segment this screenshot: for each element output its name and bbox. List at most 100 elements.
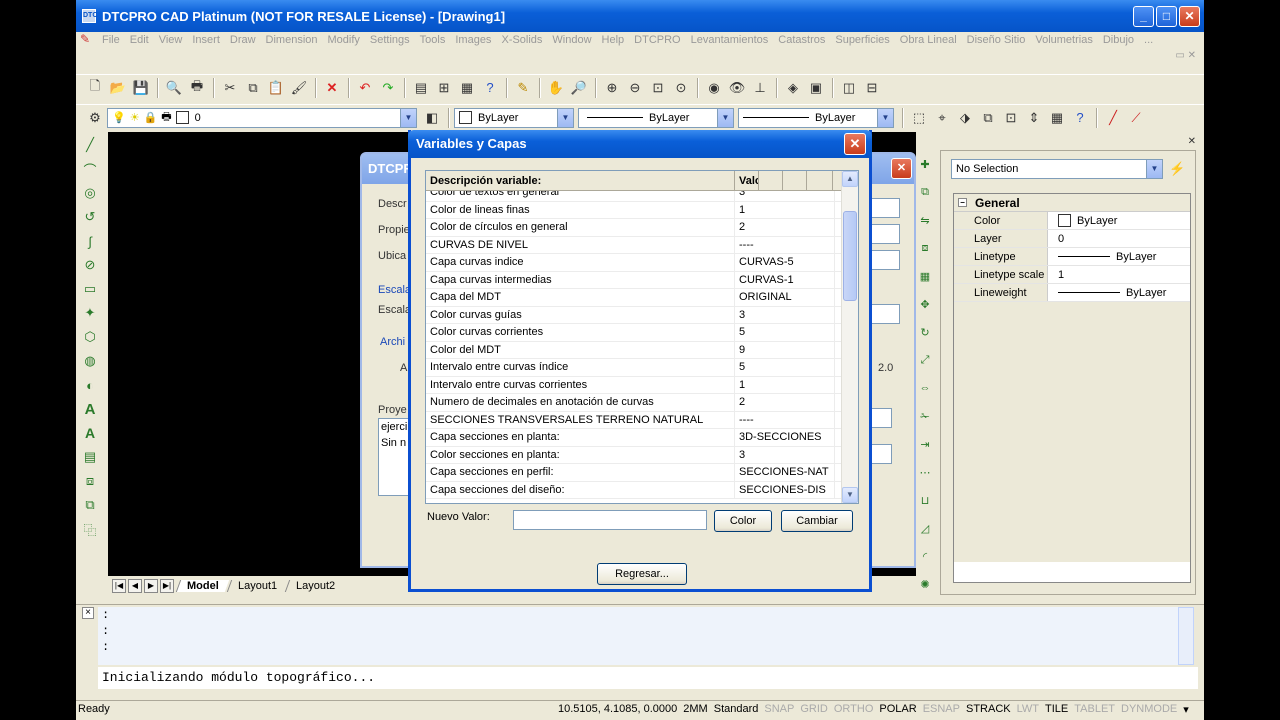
ucs-icon[interactable]: ⊥ [749, 77, 771, 99]
chamfer-icon[interactable]: ◿ [916, 519, 934, 537]
mdi-controls[interactable]: ▭ ✕ [1175, 50, 1196, 61]
menu-file[interactable]: File [102, 34, 120, 46]
quick-select-icon[interactable]: ⌖ [931, 107, 953, 129]
document-menu-icon[interactable]: ✎ [80, 32, 96, 48]
table-row[interactable]: Color del MDT 9 [426, 341, 842, 359]
scroll-down-button[interactable]: ▼ [842, 487, 858, 503]
table-row[interactable]: Numero de decimales en anotación de curv… [426, 394, 842, 412]
paste-icon[interactable]: 📋 [265, 77, 287, 99]
menu-more[interactable]: ... [1144, 34, 1153, 46]
back-button[interactable]: Regresar... [597, 563, 687, 585]
scroll-thumb[interactable] [843, 211, 857, 301]
change-button[interactable]: Cambiar [781, 510, 853, 532]
close-button[interactable]: ✕ [1179, 6, 1200, 27]
zoom-window-icon[interactable]: ⊡ [647, 77, 669, 99]
copy-tool-icon[interactable]: ⿻ [79, 518, 101, 540]
menu-images[interactable]: Images [455, 34, 491, 46]
group-icon[interactable]: ⊡ [1000, 107, 1022, 129]
stretch-icon[interactable]: ⇔ [916, 379, 934, 397]
menu-dimension[interactable]: Dimension [266, 34, 318, 46]
table-row[interactable]: Color de lineas finas 1 [426, 201, 842, 219]
zoom-out-icon[interactable]: ⊖ [624, 77, 646, 99]
table-row[interactable]: SECCIONES TRANSVERSALES TERRENO NATURAL -… [426, 411, 842, 429]
region-icon[interactable]: ◍ [79, 350, 101, 372]
bg-field-6[interactable] [870, 444, 892, 464]
chevron-down-icon[interactable]: ▼ [557, 108, 573, 127]
layer-manager-icon[interactable]: ⚙ [84, 107, 106, 129]
save-icon[interactable]: 💾 [130, 77, 152, 99]
cut-icon[interactable]: ✂ [219, 77, 241, 99]
status-2mm[interactable]: 2MM [683, 703, 707, 716]
background-dialog-close[interactable]: ✕ [891, 158, 912, 179]
arc-icon[interactable]: ⌒ [79, 158, 101, 180]
table-row[interactable]: Color de textos en general 3 [426, 191, 842, 202]
move-icon[interactable]: ✥ [916, 295, 934, 313]
extend-icon[interactable]: ⇥ [916, 435, 934, 453]
redo-icon[interactable]: ↷ [377, 77, 399, 99]
select-icon[interactable]: ⬚ [908, 107, 930, 129]
table-row[interactable]: Color de círculos en general 2 [426, 219, 842, 237]
pan-icon[interactable]: ✋ [545, 77, 567, 99]
column-header-description[interactable]: Descripción variable: [426, 171, 735, 190]
scroll-up-button[interactable]: ▲ [842, 171, 858, 187]
open-icon[interactable]: 📂 [107, 77, 129, 99]
properties-icon[interactable]: ▦ [456, 77, 478, 99]
bg-field-5[interactable] [870, 408, 892, 428]
menu-window[interactable]: Window [552, 34, 591, 46]
collapse-icon[interactable]: − [958, 198, 967, 207]
chevron-down-icon[interactable]: ▼ [1146, 160, 1162, 178]
column-header-value[interactable]: Valor [735, 171, 759, 190]
chevron-down-icon[interactable]: ▼ [877, 108, 893, 127]
status-lwt[interactable]: LWT [1017, 703, 1039, 716]
menu-levantamientos[interactable]: Levantamientos [691, 34, 769, 46]
property-group-general[interactable]: − General [954, 194, 1190, 212]
status-esnap[interactable]: ESNAP [923, 703, 960, 716]
maximize-button[interactable]: □ [1156, 6, 1177, 27]
named-views-icon[interactable]: ◉ [703, 77, 725, 99]
command-scrollbar[interactable] [1178, 607, 1194, 665]
command-close-icon[interactable]: × [82, 607, 94, 619]
block-insert-icon[interactable]: ⧈ [79, 470, 101, 492]
status-tile[interactable]: TILE [1045, 703, 1068, 716]
block-icon[interactable]: ⬗ [954, 107, 976, 129]
rotate-icon[interactable]: ↻ [916, 323, 934, 341]
menu-dibujo[interactable]: Dibujo [1103, 34, 1134, 46]
table-row[interactable]: Color secciones en planta: 3 [426, 446, 842, 464]
explode-icon[interactable]: ✺ [916, 575, 934, 593]
menu-obra-lineal[interactable]: Obra Lineal [900, 34, 957, 46]
status-grid[interactable]: GRID [800, 703, 828, 716]
bg-field-3[interactable] [870, 250, 900, 270]
spline-icon[interactable]: ∫ [79, 230, 101, 252]
bg-field-1[interactable] [870, 198, 900, 218]
layer-combo[interactable]: 💡 ☀ 🔒 🖶 0 ▼ [107, 107, 417, 128]
break-icon[interactable]: ⋯ [916, 463, 934, 481]
calculator-icon[interactable]: ▦ [1046, 107, 1068, 129]
mtext-icon[interactable]: A [79, 422, 101, 444]
menu-dtcpro[interactable]: DTCPRO [634, 34, 680, 46]
bg-field-4[interactable] [870, 304, 900, 324]
menu-superficies[interactable]: Superficies [835, 34, 889, 46]
redraw-icon[interactable]: ✎ [512, 77, 534, 99]
table-row[interactable]: Capa secciones en planta: 3D-SECCIONES [426, 429, 842, 447]
table-row[interactable]: Capa curvas indice CURVAS-5 [426, 254, 842, 272]
tab-last-button[interactable]: ▶| [160, 579, 174, 593]
menu-insert[interactable]: Insert [192, 34, 220, 46]
menu-view[interactable]: View [159, 34, 183, 46]
text-icon[interactable]: A [79, 398, 101, 420]
view-icon[interactable]: 👁 [726, 77, 748, 99]
linetype-combo[interactable]: ByLayer ▼ [578, 107, 734, 128]
lineweight-combo[interactable]: ByLayer ▼ [738, 107, 894, 128]
design-center-icon[interactable]: ▤ [410, 77, 432, 99]
match-properties-icon[interactable]: 🖌 [288, 77, 310, 99]
command-line[interactable]: Inicializando módulo topográfico... [98, 667, 1198, 689]
offset-icon[interactable]: ⧈ [916, 239, 934, 257]
ray-tool-icon[interactable]: ⟋ [1125, 107, 1147, 129]
minimize-button[interactable]: _ [1133, 6, 1154, 27]
undo-icon[interactable]: ↶ [354, 77, 376, 99]
scale-icon[interactable]: ⤢ [916, 351, 934, 369]
menu-volumetrias[interactable]: Volumetrias [1035, 34, 1092, 46]
selection-combo[interactable]: No Selection ▼ [951, 159, 1163, 179]
revision-cloud-icon[interactable]: ↺ [79, 206, 101, 228]
status-dynmode[interactable]: DYNMODE [1121, 703, 1177, 716]
rectangle-icon[interactable]: ▭ [79, 278, 101, 300]
